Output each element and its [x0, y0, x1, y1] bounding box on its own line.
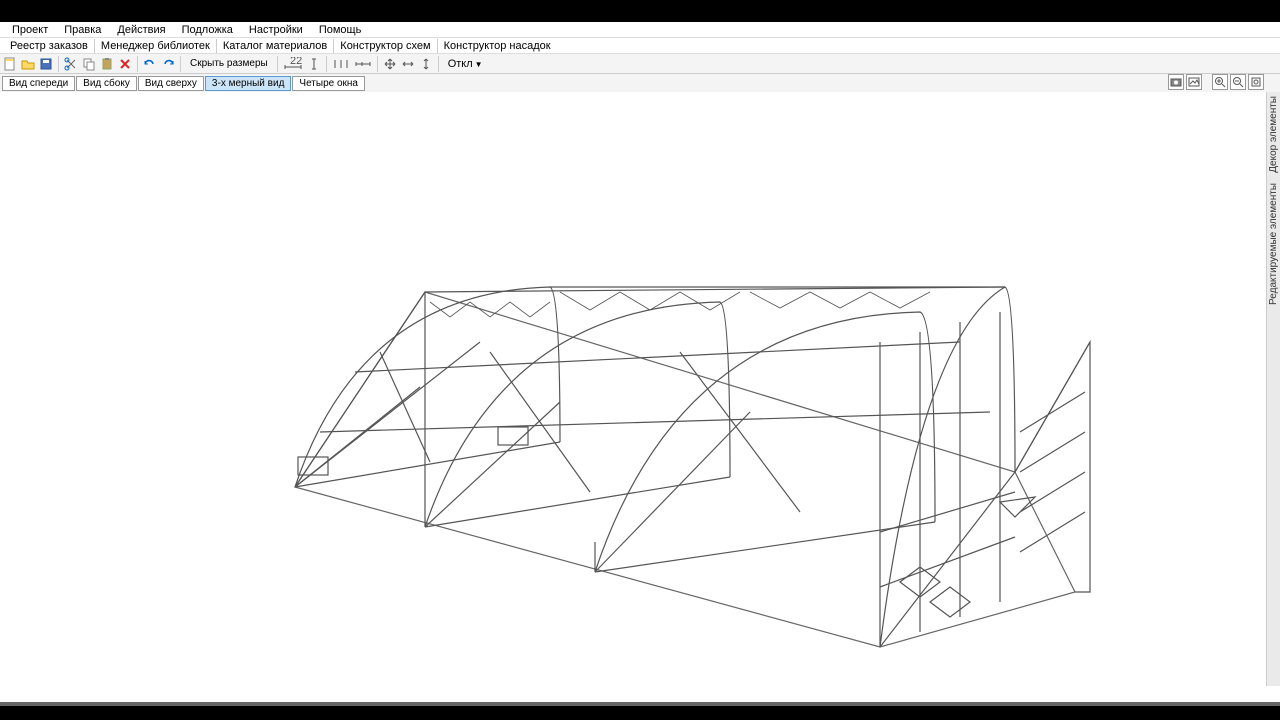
bottom-black-bar [0, 706, 1280, 720]
separator [277, 56, 278, 72]
zoom-out-icon[interactable] [1230, 74, 1246, 90]
menu-settings[interactable]: Настройки [241, 23, 311, 37]
separator [58, 56, 59, 72]
dimension-spacing-icon[interactable] [331, 56, 351, 72]
menu-actions[interactable]: Действия [109, 23, 173, 37]
hide-dimensions-button[interactable]: Скрыть размеры [185, 56, 273, 71]
resize-horizontal-icon[interactable] [400, 56, 416, 72]
photo-icon[interactable] [1186, 74, 1202, 90]
save-icon[interactable] [38, 56, 54, 72]
menu-underlay[interactable]: Подложка [174, 23, 241, 37]
right-side-panel: Декор элементы Редактируемые элементы [1266, 92, 1280, 686]
delete-icon[interactable] [117, 56, 133, 72]
submenu-bar: Реестр заказов Менеджер библиотек Катало… [0, 38, 1280, 54]
zoom-in-icon[interactable] [1212, 74, 1228, 90]
svg-text:22: 22 [290, 57, 302, 67]
top-black-bar [0, 0, 1280, 22]
submenu-materials[interactable]: Каталог материалов [217, 39, 334, 53]
submenu-nozzles[interactable]: Конструктор насадок [438, 39, 557, 53]
separator [377, 56, 378, 72]
zoom-fit-icon[interactable] [1248, 74, 1264, 90]
menu-project[interactable]: Проект [4, 23, 56, 37]
right-panel-label-decor[interactable]: Декор элементы [1268, 96, 1279, 173]
tab-top-view[interactable]: Вид сверху [138, 76, 204, 91]
camera-icon[interactable] [1168, 74, 1184, 90]
submenu-schemes[interactable]: Конструктор схем [334, 39, 437, 53]
undo-icon[interactable] [142, 56, 158, 72]
redo-icon[interactable] [160, 56, 176, 72]
greenhouse-wireframe [0, 92, 1266, 686]
paste-icon[interactable] [99, 56, 115, 72]
deviation-dropdown[interactable]: Откл▼ [443, 56, 488, 72]
right-icon-group [1168, 74, 1264, 90]
resize-vertical-icon[interactable] [418, 56, 434, 72]
main-toolbar: Скрыть размеры 22 Откл▼ [0, 54, 1280, 74]
cut-icon[interactable] [63, 56, 79, 72]
separator [180, 56, 181, 72]
dimension-vertical-icon[interactable] [306, 56, 322, 72]
submenu-library-manager[interactable]: Менеджер библиотек [95, 39, 217, 53]
move-icon[interactable] [382, 56, 398, 72]
dimension-chain-icon[interactable] [353, 56, 373, 72]
menu-help[interactable]: Помощь [311, 23, 370, 37]
separator [137, 56, 138, 72]
open-folder-icon[interactable] [20, 56, 36, 72]
separator [326, 56, 327, 72]
tab-four-windows[interactable]: Четыре окна [292, 76, 365, 91]
tab-side-view[interactable]: Вид сбоку [76, 76, 137, 91]
3d-viewport[interactable] [0, 92, 1280, 686]
menu-edit[interactable]: Правка [56, 23, 109, 37]
dimension-icon[interactable]: 22 [282, 56, 304, 72]
right-panel-label-editable[interactable]: Редактируемые элементы [1268, 183, 1279, 305]
view-tabs-bar: Вид спереди Вид сбоку Вид сверху 3-х мер… [0, 74, 1280, 92]
main-menu-bar: Проект Правка Действия Подложка Настройк… [0, 22, 1280, 38]
tab-front-view[interactable]: Вид спереди [2, 76, 75, 91]
new-file-icon[interactable] [2, 56, 18, 72]
copy-icon[interactable] [81, 56, 97, 72]
submenu-orders[interactable]: Реестр заказов [4, 39, 95, 53]
separator [438, 56, 439, 72]
tab-3d-view[interactable]: 3-х мерный вид [205, 76, 291, 91]
